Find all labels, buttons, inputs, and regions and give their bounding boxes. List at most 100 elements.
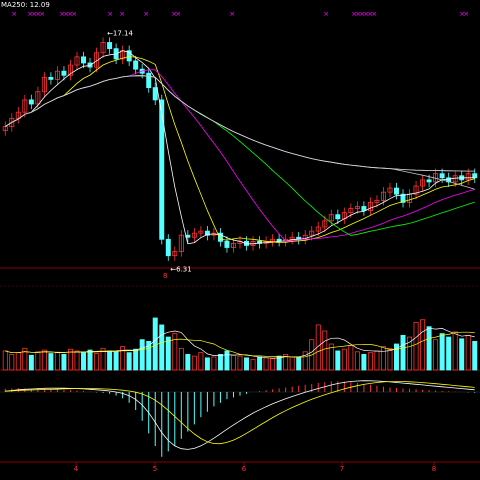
- volume-bar: [87, 349, 93, 371]
- volume-bar: [48, 353, 54, 371]
- candle-body: [439, 173, 445, 179]
- volume-bar: [361, 353, 367, 371]
- volume-bar: [28, 354, 34, 371]
- event-marker: ×: [371, 10, 377, 18]
- volume-bar: [452, 331, 458, 371]
- volume-bar: [426, 326, 432, 371]
- volume-bar: [446, 336, 452, 371]
- volume-bar: [348, 345, 354, 371]
- ma60-line: [5, 75, 475, 190]
- volume-bar: [459, 338, 465, 371]
- gap-marker: 8: [163, 272, 167, 280]
- volume-bar: [237, 355, 243, 371]
- ma5-line: [5, 50, 475, 245]
- ma30-line: [5, 75, 475, 236]
- volume-bar: [2, 350, 8, 371]
- volume-bar: [94, 353, 100, 371]
- volume-bar: [107, 350, 113, 371]
- volume-bar: [211, 356, 217, 371]
- event-marker: ×: [229, 10, 235, 18]
- volume-bar: [204, 357, 210, 371]
- volume-bar: [165, 336, 171, 371]
- volume-bar: [420, 319, 426, 371]
- ma250-line: [5, 75, 475, 172]
- axis-tick-label: 6: [242, 465, 247, 473]
- event-marker: ×: [175, 10, 181, 18]
- candle-body: [472, 173, 478, 179]
- low-price-label: ←6.31: [170, 266, 191, 274]
- volume-bar: [387, 347, 393, 371]
- volume-bar: [250, 359, 256, 371]
- volume-bar: [335, 350, 341, 371]
- volume-bar: [185, 353, 191, 371]
- volume-bar: [198, 352, 204, 371]
- volume-bar: [413, 321, 419, 371]
- event-marker: ×: [143, 10, 149, 18]
- candle-body: [133, 60, 139, 70]
- volume-bar: [81, 352, 86, 371]
- volume-bar: [374, 350, 380, 371]
- volume-bar: [139, 339, 145, 371]
- event-marker: ×: [119, 10, 125, 18]
- event-marker: ×: [39, 10, 45, 18]
- candle-body: [224, 240, 230, 248]
- volume-bar: [224, 350, 230, 371]
- volume-bar: [322, 330, 328, 371]
- volume-bar: [230, 354, 236, 371]
- axis-tick-label: 5: [153, 465, 157, 473]
- volume-bar: [61, 353, 67, 371]
- volume-bar: [296, 357, 302, 371]
- candle-body: [165, 238, 171, 257]
- candle-body: [61, 70, 67, 76]
- volume-bar: [400, 334, 406, 371]
- event-marker: ×: [323, 10, 329, 18]
- volume-bar: [15, 352, 21, 371]
- candle-body: [28, 99, 34, 105]
- volume-bar: [217, 353, 223, 371]
- volume-bar: [354, 351, 360, 371]
- volume-bar: [133, 348, 139, 371]
- stock-chart[interactable]: × ×××× ×××× × × × ×× × × ×××××× ××←17.14←6.3184 5 6 7…: [0, 0, 480, 480]
- volume-bar: [465, 334, 471, 371]
- candle-body: [107, 42, 113, 50]
- candle-body: [394, 187, 399, 195]
- candle-body: [81, 56, 86, 64]
- volume-bar: [159, 324, 165, 371]
- volume-bar: [178, 347, 184, 371]
- volume-bar: [35, 351, 41, 371]
- axis-tick-label: 8: [432, 465, 436, 473]
- candle-body: [426, 179, 432, 183]
- volume-bar: [9, 353, 15, 371]
- volume-bar: [380, 346, 386, 371]
- event-marker: ×: [463, 10, 469, 18]
- volume-bar: [191, 355, 197, 371]
- macd-dif-line: [5, 380, 475, 450]
- macd-dea-line: [5, 381, 475, 445]
- volume-bar: [433, 339, 439, 371]
- candle-body: [335, 214, 341, 220]
- volume-bar: [439, 333, 445, 371]
- event-marker: ×: [11, 10, 17, 18]
- event-marker: ×: [107, 10, 113, 18]
- volume-bar: [472, 340, 478, 371]
- volume-bar: [257, 356, 263, 371]
- volume-bar: [263, 357, 269, 371]
- volume-bar: [126, 352, 132, 371]
- volume-bar: [113, 351, 119, 371]
- ma20-line: [5, 69, 475, 242]
- peak-price-label: ←17.14: [107, 30, 133, 38]
- volume-bar: [341, 348, 347, 371]
- volume-bar: [54, 352, 60, 371]
- volume-bar: [289, 356, 295, 371]
- candle-body: [146, 72, 152, 88]
- candle-body: [361, 206, 367, 211]
- volume-bar: [367, 352, 373, 371]
- volume-bar: [244, 357, 250, 371]
- axis-tick-label: 7: [340, 465, 344, 473]
- event-marker: ×: [71, 10, 77, 18]
- ma10-line: [5, 56, 475, 244]
- volume-bar: [41, 349, 47, 371]
- axis-tick-label: 4: [74, 465, 79, 473]
- volume-bar: [270, 358, 276, 371]
- volume-bar: [152, 317, 158, 371]
